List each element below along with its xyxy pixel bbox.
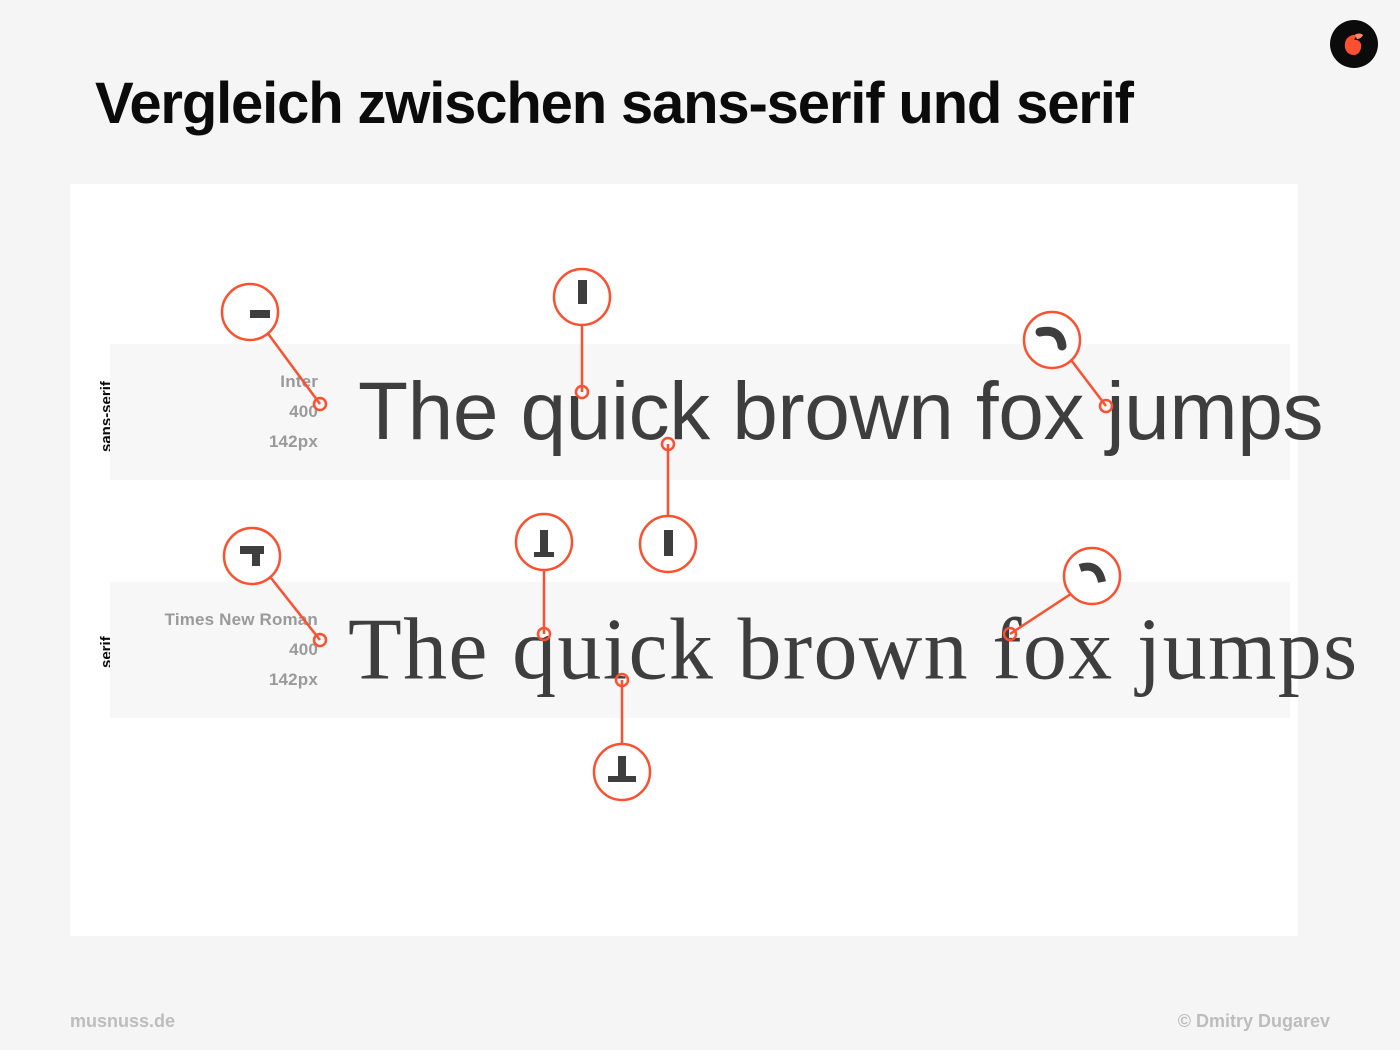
footer-left: musnuss.de — [70, 1011, 175, 1032]
brand-logo — [1330, 20, 1378, 68]
font-meta-serif: Times New Roman 400 142px — [110, 582, 326, 718]
font-meta-sans: Inter 400 142px — [110, 344, 326, 480]
page-title: Vergleich zwischen sans-serif und serif — [95, 70, 1133, 137]
callout-overlay — [70, 184, 1298, 936]
font-size: 142px — [269, 665, 318, 695]
nut-icon — [1340, 30, 1368, 58]
comparison-card: sans-serif serif Inter 400 142px The qui… — [70, 184, 1298, 936]
font-weight: 400 — [289, 397, 318, 427]
font-weight: 400 — [289, 635, 318, 665]
sample-row-sans: Inter 400 142px The quick brown fox jump… — [110, 344, 1290, 480]
font-name: Inter — [280, 367, 318, 397]
sample-text-sans: The quick brown fox jumps — [358, 365, 1323, 459]
stage: Vergleich zwischen sans-serif und serif … — [0, 0, 1400, 1050]
sample-text-serif: The quick brown fox jumps — [348, 600, 1359, 701]
footer-right: © Dmitry Dugarev — [1178, 1011, 1330, 1032]
font-size: 142px — [269, 427, 318, 457]
font-name: Times New Roman — [165, 605, 318, 635]
sample-row-serif: Times New Roman 400 142px The quick brow… — [110, 582, 1290, 718]
